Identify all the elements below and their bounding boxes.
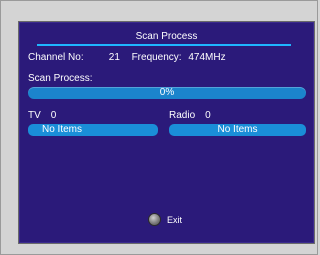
radio-count-row: Radio 0 (169, 110, 211, 121)
round-button-icon (148, 213, 161, 226)
radio-count: 0 (205, 110, 211, 121)
title-underline (37, 44, 291, 46)
radio-label: Radio (169, 110, 196, 121)
frequency-label: Frequency: (131, 52, 182, 63)
scan-process-label: Scan Process: (28, 73, 93, 84)
exit-label: Exit (167, 214, 183, 225)
tv-count-row: TV 0 (28, 110, 56, 121)
channel-value: 21 (108, 52, 120, 63)
tv-list-status: No Items (42, 124, 83, 135)
scan-progress-bar: 0% (28, 87, 306, 99)
frequency-value: 474MHz (188, 52, 226, 63)
radio-list-status: No Items (217, 124, 258, 135)
tv-label: TV (28, 110, 41, 121)
tv-channel-list[interactable]: No Items (28, 124, 158, 136)
tv-count: 0 (50, 110, 57, 121)
dialog-title: Scan Process (135, 31, 198, 42)
scan-progress-text: 0% (159, 87, 175, 98)
channel-label: Channel No: (28, 52, 84, 63)
radio-channel-list[interactable]: No Items (169, 124, 306, 136)
channel-info-row: Channel No: 21 Frequency: 474MHz (28, 52, 226, 63)
tv-screen-frame: Scan Process Channel No: 21 Frequency: 4… (0, 0, 318, 255)
exit-button[interactable]: Exit (148, 213, 182, 226)
scan-process-dialog: Scan Process Channel No: 21 Frequency: 4… (18, 21, 315, 244)
